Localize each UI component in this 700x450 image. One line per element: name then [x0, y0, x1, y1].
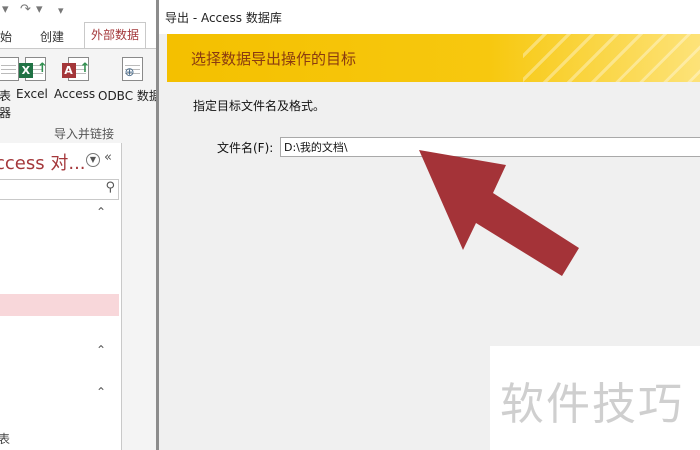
- watermark-text: 软件技巧: [500, 379, 684, 430]
- dialog-title-bar[interactable]: 导出 - Access 数据库: [159, 0, 700, 34]
- odbc-button-label: ODBC 数据: [98, 89, 161, 103]
- customize-toolbar-icon[interactable]: ▾: [58, 4, 64, 17]
- dialog-banner: 选择数据导出操作的目标: [167, 34, 700, 82]
- collapse-group-icon-3[interactable]: ⌃: [96, 385, 106, 399]
- navigation-pane: ccess 对... ▼ « ⚲ ⌃ ⌃ ⌃ 表: [0, 143, 122, 450]
- nav-pane-title[interactable]: ccess 对...: [0, 149, 86, 175]
- workspace-background: [122, 143, 156, 450]
- collapse-group-icon-2[interactable]: ⌃: [96, 343, 106, 357]
- ribbon: 表 器 X ↑ Excel A ↑ Access ⊕ ODBC 数据 导入并链接: [0, 48, 161, 144]
- collapse-group-icon[interactable]: ⌃: [96, 205, 106, 219]
- nav-search-box[interactable]: ⚲: [0, 179, 119, 200]
- nav-item-table[interactable]: 表: [0, 430, 10, 447]
- import-link-group-label: 导入并链接: [54, 127, 115, 141]
- import-button-label-line2: 器: [0, 106, 11, 120]
- collapse-pane-icon[interactable]: «: [104, 150, 112, 165]
- nav-selected-item[interactable]: [0, 294, 119, 316]
- dialog-instruction: 指定目标文件名及格式。: [193, 99, 326, 113]
- redo-icon[interactable]: ↷: [20, 2, 31, 17]
- dialog-heading: 选择数据导出操作的目标: [191, 50, 357, 68]
- search-icon[interactable]: ⚲: [105, 180, 115, 195]
- undo-dropdown-icon[interactable]: ▾: [2, 2, 9, 17]
- access-button[interactable]: A ↑ Access: [54, 57, 95, 101]
- tab-create[interactable]: 创建: [40, 28, 64, 45]
- ribbon-tabs: 始 创建 外部数据: [0, 22, 156, 48]
- filename-input[interactable]: [280, 137, 700, 157]
- tab-home[interactable]: 始: [0, 28, 12, 45]
- watermark-box: 软件技巧: [490, 346, 700, 450]
- nav-menu-dropdown-icon[interactable]: ▼: [86, 153, 100, 167]
- odbc-database-button[interactable]: ⊕ ODBC 数据: [98, 57, 161, 104]
- filename-label: 文件名(F):: [217, 141, 274, 155]
- quick-access-toolbar: ▾ ↷ ▾ ▾: [0, 0, 156, 22]
- access-icon: A ↑: [61, 57, 91, 83]
- excel-button-label: Excel: [16, 87, 48, 101]
- odbc-database-icon: ⊕: [116, 57, 144, 83]
- excel-icon: X ↑: [18, 57, 48, 83]
- excel-button[interactable]: X ↑ Excel: [16, 57, 48, 101]
- redo-dropdown-icon[interactable]: ▾: [36, 2, 43, 17]
- access-button-label: Access: [54, 87, 96, 101]
- tab-external-data[interactable]: 外部数据: [84, 22, 147, 48]
